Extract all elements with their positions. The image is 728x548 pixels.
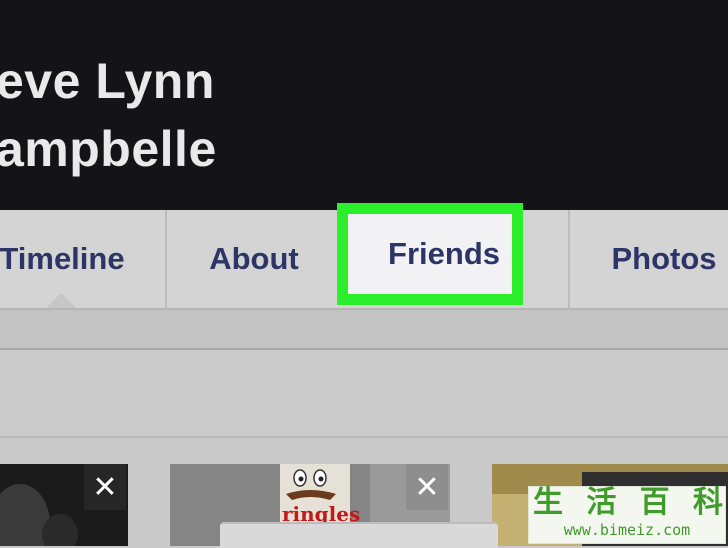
timeline-strip <box>0 310 728 348</box>
watermark-char: 生 <box>533 486 563 519</box>
profile-name-line1: eve Lynn <box>0 53 215 109</box>
watermark-char: 百 <box>639 486 670 519</box>
tab-about[interactable]: About <box>170 210 338 308</box>
divider <box>0 436 728 438</box>
watermark-char: 活 <box>586 486 617 519</box>
bottom-panel-edge <box>220 522 498 548</box>
watermark-logo: 生 活 百 科 www.bimeiz.com <box>528 486 726 544</box>
watermark-url: www.bimeiz.com <box>563 521 691 539</box>
friend-card-1[interactable]: ✕ <box>0 464 128 546</box>
content-area <box>0 350 728 436</box>
tab-divider <box>568 210 570 308</box>
close-icon[interactable]: ✕ <box>406 464 448 510</box>
watermark-title: 生 活 百 科 <box>533 487 723 519</box>
tab-friends[interactable]: Friends <box>348 214 512 294</box>
tab-photos[interactable]: Photos <box>606 210 722 308</box>
friends-tab-highlight: Friends <box>337 203 523 305</box>
active-tab-caret <box>46 293 76 308</box>
tab-divider <box>165 210 167 308</box>
profile-cover: eve Lynn ampbelle <box>0 0 728 210</box>
close-icon[interactable]: ✕ <box>84 464 126 510</box>
watermark-char: 科 <box>692 486 723 519</box>
profile-name-line2: ampbelle <box>0 121 217 177</box>
